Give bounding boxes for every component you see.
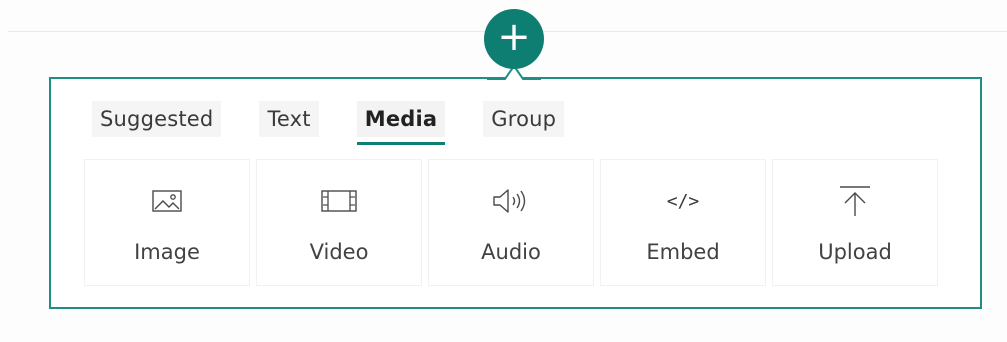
tile-audio[interactable]: Audio — [429, 160, 593, 285]
plus-icon: + — [497, 14, 531, 60]
embed-icon: </> — [667, 184, 700, 218]
tile-image[interactable]: Image — [85, 160, 249, 285]
category-tabs: Suggested Text Media Group — [92, 96, 565, 145]
video-icon — [321, 184, 357, 218]
media-tiles: Image Video Audio </> Embed Upload — [85, 160, 937, 285]
audio-icon — [491, 184, 531, 218]
web-part-picker: + Suggested Text Media Group Image Video… — [0, 0, 1007, 342]
image-icon — [152, 184, 182, 218]
upload-icon — [838, 184, 872, 218]
tile-label: Audio — [481, 240, 541, 264]
tab-group[interactable]: Group — [483, 101, 565, 137]
add-web-part-button[interactable]: + — [484, 9, 544, 69]
tile-label: Image — [134, 240, 200, 264]
tile-label: Video — [309, 240, 369, 264]
tile-label: Embed — [646, 240, 720, 264]
tile-label: Upload — [818, 240, 892, 264]
embed-glyph: </> — [666, 190, 700, 212]
tile-video[interactable]: Video — [257, 160, 421, 285]
tab-text[interactable]: Text — [259, 101, 319, 137]
tile-upload[interactable]: Upload — [773, 160, 937, 285]
tab-suggested[interactable]: Suggested — [92, 101, 222, 137]
tab-media[interactable]: Media — [356, 101, 446, 145]
tile-embed[interactable]: </> Embed — [601, 160, 765, 285]
